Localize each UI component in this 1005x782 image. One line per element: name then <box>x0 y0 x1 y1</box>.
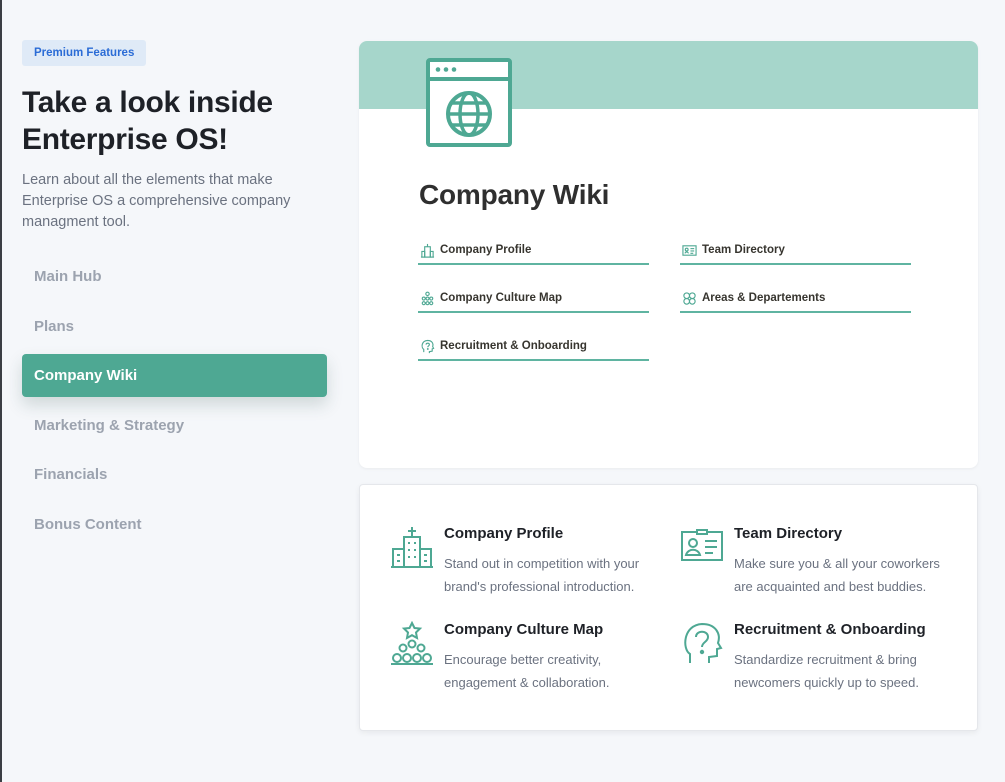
feature-desc: Make sure you & all your coworkers are a… <box>734 556 940 594</box>
headline: Take a look inside Enterprise OS! <box>22 86 273 156</box>
id-card-icon <box>681 529 723 561</box>
nav-item-company-wiki[interactable]: Company Wiki <box>22 354 327 397</box>
page-title: Company Wiki <box>419 179 610 210</box>
window-edge <box>0 0 2 782</box>
link-label: Areas & Departements <box>702 292 826 304</box>
nav-item-financials[interactable]: Financials <box>22 453 327 496</box>
link-label: Recruitment & Onboarding <box>440 340 587 352</box>
link-company-culture-map[interactable]: Company Culture Map <box>418 285 649 313</box>
features-panel: Company Profile Stand out in competition… <box>359 484 978 731</box>
feature-desc: Standardize recruitment & bring newcomer… <box>734 652 919 690</box>
web-globe-icon <box>426 58 512 147</box>
link-team-directory[interactable]: Team Directory <box>680 237 911 265</box>
premium-badge: Premium Features <box>22 40 147 66</box>
link-label: Team Directory <box>702 244 785 256</box>
feature-title: Company Profile <box>444 525 564 542</box>
clover-icon <box>683 291 696 305</box>
nav-item-main-hub[interactable]: Main Hub <box>22 255 327 298</box>
nav-item-bonus-content[interactable]: Bonus Content <box>22 503 327 546</box>
id-card-icon <box>682 244 697 256</box>
nav-item-marketing-strategy[interactable]: Marketing & Strategy <box>22 404 327 447</box>
intro-text: Learn about all the elements that make E… <box>22 172 291 230</box>
question-head-icon <box>421 339 435 353</box>
link-label: Company Culture Map <box>440 292 563 304</box>
question-head-icon <box>684 622 723 663</box>
sidebar: Premium Features Take a look inside Ente… <box>22 40 327 552</box>
feature-title: Team Directory <box>734 525 843 542</box>
nav-item-plans[interactable]: Plans <box>22 305 327 348</box>
feature-title: Company Culture Map <box>444 621 604 638</box>
org-chart-icon <box>421 291 434 305</box>
link-label: Company Profile <box>440 244 532 256</box>
nav-menu: Main Hub Plans Company Wiki Marketing & … <box>22 255 327 546</box>
link-areas-departements[interactable]: Areas & Departements <box>680 285 911 313</box>
wiki-preview: Company Wiki Company Profile Team Direct… <box>359 41 978 468</box>
link-company-profile[interactable]: Company Profile <box>418 237 649 265</box>
org-chart-icon <box>391 621 433 665</box>
feature-desc: Encourage better creativity, engagement … <box>444 652 610 690</box>
building-icon <box>420 243 435 258</box>
feature-title: Recruitment & Onboarding <box>734 621 926 638</box>
link-recruitment-onboarding[interactable]: Recruitment & Onboarding <box>418 333 649 361</box>
building-icon <box>391 527 433 568</box>
feature-desc: Stand out in competition with your brand… <box>444 556 640 594</box>
